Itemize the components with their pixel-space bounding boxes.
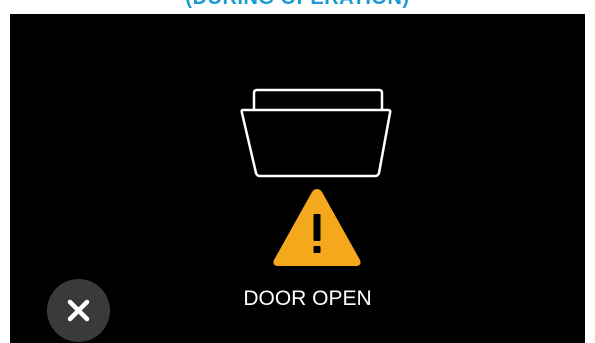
operation-caption: (DURING OPERATION): [0, 0, 595, 8]
door-open-icon: [231, 76, 401, 186]
page: (DURING OPERATION) DOOR OPEN: [0, 0, 595, 343]
device-screen: DOOR OPEN: [10, 14, 585, 343]
close-button[interactable]: [47, 279, 110, 342]
door-open-message: DOOR OPEN: [243, 287, 372, 310]
close-icon: [67, 299, 90, 322]
warning-triangle-icon: [270, 186, 364, 272]
